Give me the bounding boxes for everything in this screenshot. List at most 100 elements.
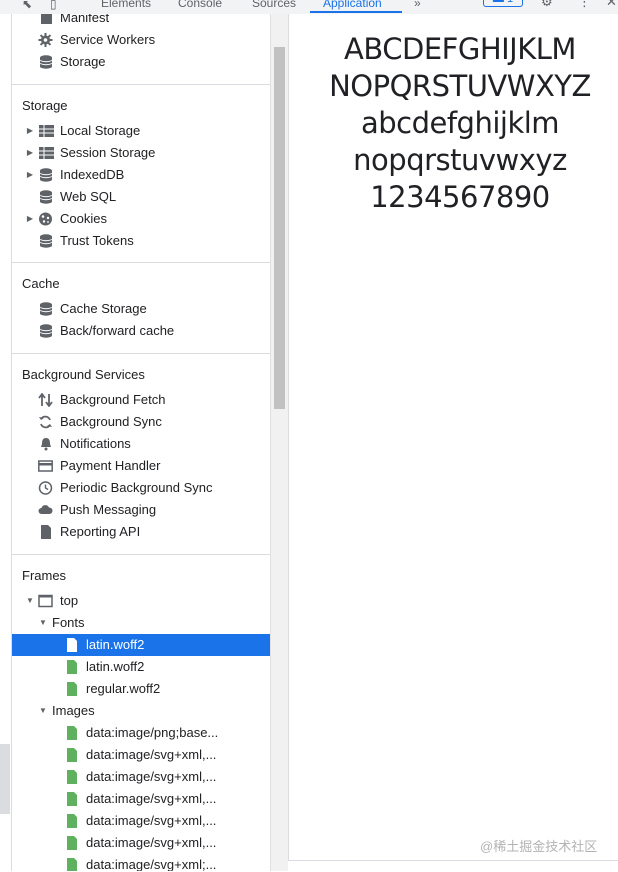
database-icon (39, 55, 53, 69)
font-file-latin-woff2-selected[interactable]: latin.woff2 (12, 634, 271, 656)
database-icon (39, 190, 53, 204)
sidebar-item-back-forward-cache[interactable]: Back/forward cache (12, 320, 271, 342)
file-icon (67, 726, 77, 740)
sidebar-item-service-workers[interactable]: Service Workers (12, 29, 271, 51)
issues-badge[interactable]: ▬ 1 (483, 0, 523, 7)
file-icon (67, 748, 77, 762)
close-icon[interactable]: ✕ (606, 0, 617, 10)
background-services-section-title: Background Services (22, 367, 145, 382)
up-down-arrows-icon (38, 393, 53, 407)
image-file[interactable]: data:image/svg+xml,... (12, 788, 271, 810)
image-file[interactable]: data:image/svg+xml,... (12, 810, 271, 832)
file-icon (67, 638, 77, 652)
frame-fonts-group[interactable]: ▼ Fonts (12, 612, 271, 634)
database-icon (39, 324, 53, 338)
sidebar-item-manifest[interactable]: Manifest (12, 14, 271, 29)
page-scrollbar-thumb[interactable] (0, 744, 10, 814)
gear-icon (38, 33, 53, 47)
file-icon (67, 814, 77, 828)
file-icon (67, 660, 77, 674)
clock-icon (38, 481, 53, 495)
image-file[interactable]: data:image/svg+xml,... (12, 744, 271, 766)
collapse-arrow-icon[interactable]: ▼ (25, 590, 35, 612)
sidebar-item-background-fetch[interactable]: Background Fetch (12, 389, 271, 411)
frames-section-title: Frames (22, 568, 67, 583)
preview-digits-line: 1234567890 (370, 180, 550, 214)
file-icon (67, 836, 77, 850)
device-toolbar-icon[interactable]: ▯ (50, 0, 64, 10)
sidebar-item-local-storage[interactable]: ▶ Local Storage (12, 120, 271, 142)
sidebar-item-push-messaging[interactable]: Push Messaging (12, 499, 271, 521)
sidebar-item-cookies[interactable]: ▶ Cookies (12, 208, 271, 230)
preview-uppercase-line-2: NOPQRSTUVWXYZ (329, 69, 591, 103)
cookie-icon (39, 212, 52, 226)
file-icon (67, 792, 77, 806)
bell-icon (41, 438, 51, 451)
settings-gear-icon[interactable]: ⚙ (541, 0, 553, 10)
card-icon (38, 460, 53, 472)
database-icon (39, 168, 53, 182)
collapse-arrow-icon[interactable]: ▼ (38, 612, 48, 634)
devtools-tab-bar: ⬉ ▯ Elements Console Sources Application… (0, 0, 618, 15)
database-icon (39, 302, 53, 316)
sidebar-item-reporting-api[interactable]: Reporting API (12, 521, 271, 543)
table-icon (39, 125, 54, 137)
inspect-element-icon[interactable]: ⬉ (22, 0, 36, 10)
page-gutter (0, 14, 11, 871)
tab-elements[interactable]: Elements (101, 0, 151, 10)
file-icon (67, 682, 77, 696)
document-icon (41, 525, 51, 539)
watermark-text: @稀土掘金技术社区 (480, 839, 598, 854)
collapse-arrow-icon[interactable]: ▼ (38, 700, 48, 722)
expand-arrow-icon[interactable]: ▶ (25, 120, 35, 142)
image-file[interactable]: data:image/svg+xml,... (12, 766, 271, 788)
font-preview-pane: ABCDEFGHIJKLM NOPQRSTUVWXYZ abcdefghijkl… (288, 14, 618, 860)
cloud-icon (38, 505, 53, 514)
sidebar-item-periodic-background-sync[interactable]: Periodic Background Sync (12, 477, 271, 499)
preview-uppercase-line-1: ABCDEFGHIJKLM (344, 32, 576, 66)
preview-bottom-edge (288, 860, 618, 872)
sidebar-item-storage-overview[interactable]: Storage (12, 51, 271, 73)
sidebar-item-notifications[interactable]: Notifications (12, 433, 271, 455)
table-icon (39, 147, 54, 159)
font-file-regular-woff2[interactable]: regular.woff2 (12, 678, 271, 700)
sidebar-item-indexeddb[interactable]: ▶ IndexedDB (12, 164, 271, 186)
tab-application[interactable]: Application (323, 0, 382, 10)
section-divider (12, 353, 271, 354)
file-icon (67, 858, 77, 871)
database-icon (39, 234, 53, 248)
frame-top[interactable]: ▼ top (12, 590, 271, 612)
document-icon (41, 14, 52, 24)
sidebar-item-session-storage[interactable]: ▶ Session Storage (12, 142, 271, 164)
sidebar-scrollbar-thumb[interactable] (274, 47, 285, 409)
sync-icon (39, 415, 52, 429)
file-icon (67, 770, 77, 784)
preview-lowercase-line-1: abcdefghijklm (360, 106, 560, 140)
issues-count: 1 (507, 0, 513, 5)
font-file-latin-woff2[interactable]: latin.woff2 (12, 656, 271, 678)
frame-images-group[interactable]: ▼ Images (12, 700, 271, 722)
expand-arrow-icon[interactable]: ▶ (25, 142, 35, 164)
expand-arrow-icon[interactable]: ▶ (25, 164, 35, 186)
sidebar-scrollbar[interactable] (270, 14, 288, 871)
sidebar-item-trust-tokens[interactable]: Trust Tokens (12, 230, 271, 252)
sidebar-item-cache-storage[interactable]: Cache Storage (12, 298, 271, 320)
application-sidebar: Manifest Service Workers Storage Storage… (11, 14, 271, 871)
sidebar-item-web-sql[interactable]: Web SQL (12, 186, 271, 208)
image-file[interactable]: data:image/svg+xml;... (12, 854, 271, 871)
tab-sources[interactable]: Sources (252, 0, 296, 10)
section-divider (12, 84, 271, 85)
kebab-menu-icon[interactable]: ⋮ (578, 0, 591, 10)
frame-window-icon (38, 594, 53, 608)
sidebar-item-background-sync[interactable]: Background Sync (12, 411, 271, 433)
message-icon: ▬ (493, 0, 504, 5)
image-file[interactable]: data:image/svg+xml,... (12, 832, 271, 854)
active-tab-indicator (310, 11, 402, 13)
image-file[interactable]: data:image/png;base... (12, 722, 271, 744)
expand-arrow-icon[interactable]: ▶ (25, 208, 35, 230)
section-divider (12, 554, 271, 555)
tab-console[interactable]: Console (178, 0, 222, 10)
storage-section-title: Storage (22, 98, 68, 113)
more-tabs-button[interactable]: » (414, 0, 421, 10)
sidebar-item-payment-handler[interactable]: Payment Handler (12, 455, 271, 477)
